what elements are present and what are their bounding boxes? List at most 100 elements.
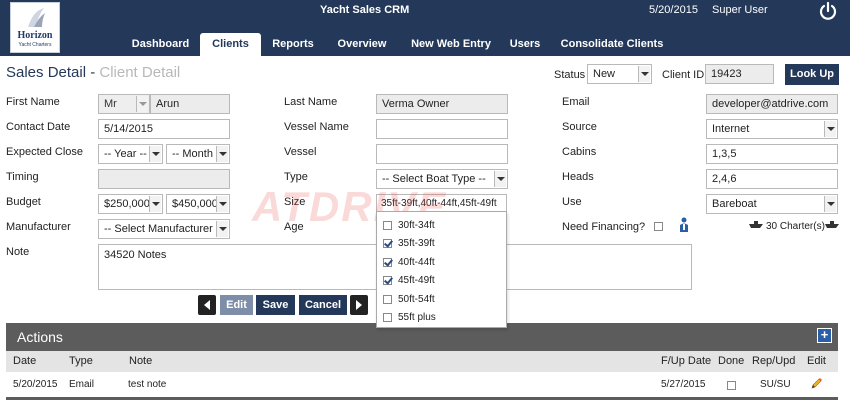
month-select[interactable]: -- Month -- (166, 144, 230, 164)
company-logo[interactable]: Horizon Yacht Charters (10, 2, 60, 53)
row-note: test note (128, 379, 167, 390)
nav-dashboard[interactable]: Dashboard (128, 33, 193, 56)
size-option-checkbox[interactable] (383, 257, 392, 267)
use-select[interactable]: Bareboat (706, 194, 838, 214)
need-financing-label: Need Financing? (562, 221, 646, 233)
size-option[interactable]: 45ft-49ft (383, 273, 435, 289)
size-option[interactable]: 35ft-39ft (383, 236, 435, 252)
chevron-down-icon (824, 196, 836, 212)
nav-clients[interactable]: Clients (200, 33, 261, 56)
nav-overview[interactable]: Overview (332, 33, 392, 56)
last-name-field[interactable]: Verma Owner (376, 94, 508, 114)
charters-link[interactable]: 30 Charter(s) (766, 221, 825, 232)
client-id-field[interactable]: 19423 (705, 64, 774, 84)
app-title: Yacht Sales CRM (320, 4, 410, 16)
power-icon[interactable] (817, 0, 839, 22)
add-action-button[interactable]: + (817, 328, 832, 343)
cabins-label: Cabins (562, 146, 597, 158)
boat-icon (749, 221, 763, 228)
chevron-down-icon (494, 171, 506, 187)
contact-date-label: Contact Date (6, 121, 71, 133)
actions-title: Actions (17, 329, 63, 345)
page-title-sub[interactable]: Client Detail (99, 64, 180, 81)
size-option-checkbox[interactable] (383, 312, 392, 322)
status-value: New (593, 68, 616, 80)
header-date: 5/20/2015 (649, 4, 698, 16)
chevron-down-icon (136, 96, 148, 112)
actions-panel: Actions + Date Type Note F/Up Date Done … (6, 323, 838, 400)
contact-date-field[interactable]: 5/14/2015 (98, 119, 230, 139)
size-option-label: 45ft-49ft (398, 275, 435, 286)
logo-subtitle: Yacht Charters (18, 42, 52, 48)
size-option-label: 30ft-34ft (398, 220, 435, 231)
status-select[interactable]: New (587, 64, 652, 84)
table-row[interactable]: 5/20/2015 Email test note 5/27/2015 SU/S… (6, 372, 838, 397)
size-option-checkbox[interactable] (383, 294, 392, 304)
age-label: Age (284, 221, 304, 233)
size-option-checkbox[interactable] (383, 238, 392, 248)
manufacturer-select[interactable]: -- Select Manufacturer -- (98, 219, 230, 239)
size-label: Size (284, 196, 306, 208)
person-info-icon[interactable] (678, 217, 690, 233)
source-select[interactable]: Internet (706, 119, 838, 139)
first-name-field[interactable]: Arun (150, 94, 230, 114)
boat-type-select[interactable]: -- Select Boat Type -- (376, 169, 508, 189)
budget-min-select[interactable]: $250,000 (98, 194, 163, 214)
column-header[interactable]: Edit (807, 355, 826, 367)
need-financing-checkbox[interactable] (654, 222, 663, 231)
status-label: Status (554, 69, 586, 81)
budget-label: Budget (6, 196, 41, 208)
chevron-down-icon (216, 221, 228, 237)
size-option-checkbox[interactable] (383, 220, 392, 230)
timing-field[interactable] (98, 169, 230, 189)
page-title-main: Sales Detail - (6, 64, 100, 81)
column-header[interactable]: Rep/Upd (752, 355, 795, 367)
use-value: Bareboat (712, 198, 757, 210)
header-user[interactable]: Super User (712, 4, 768, 16)
size-option-checkbox[interactable] (383, 275, 392, 285)
budget-max-select[interactable]: $450,000 (166, 194, 230, 214)
vessel-name-field[interactable] (376, 119, 508, 139)
column-header[interactable]: Type (69, 355, 93, 367)
size-option-label: 35ft-39ft (398, 238, 435, 249)
source-value: Internet (712, 123, 750, 135)
note-label: Note (6, 246, 30, 258)
column-header[interactable]: Date (13, 355, 36, 367)
size-option[interactable]: 40ft-44ft (383, 255, 435, 271)
email-field[interactable]: developer@atdrive.com (706, 94, 838, 114)
vessel-field[interactable] (376, 144, 508, 164)
pencil-icon[interactable] (811, 377, 823, 389)
email-label: Email (562, 96, 590, 108)
year-value: -- Year -- (104, 148, 147, 160)
row-done-checkbox[interactable] (727, 381, 736, 390)
nav-new-web-entry[interactable]: New Web Entry (405, 33, 497, 56)
previous-record-button[interactable] (198, 295, 216, 315)
manufacturer-label: Manufacturer (6, 221, 71, 233)
row-rep: SU/SU (760, 379, 791, 390)
size-option[interactable]: 30ft-34ft (383, 218, 435, 234)
salutation-select[interactable]: Mr (98, 94, 150, 114)
heads-label: Heads (562, 171, 594, 183)
save-button[interactable]: Save (256, 295, 295, 315)
year-select[interactable]: -- Year -- (98, 144, 163, 164)
size-option[interactable]: 55ft plus (383, 310, 436, 326)
column-header[interactable]: F/Up Date (661, 355, 711, 367)
column-header[interactable]: Done (718, 355, 744, 367)
budget-max-value: $450,000 (172, 198, 218, 210)
nav-consolidate-clients[interactable]: Consolidate Clients (560, 33, 664, 56)
heads-field[interactable]: 2,4,6 (706, 169, 838, 189)
cabins-field[interactable]: 1,3,5 (706, 144, 838, 164)
size-option[interactable]: 50ft-54ft (383, 292, 435, 308)
boat-icon (825, 221, 839, 228)
budget-min-value: $250,000 (104, 198, 150, 210)
salutation-value: Mr (104, 98, 117, 110)
size-option-label: 40ft-44ft (398, 257, 435, 268)
nav-reports[interactable]: Reports (268, 33, 318, 56)
nav-users[interactable]: Users (505, 33, 545, 56)
cancel-button[interactable]: Cancel (299, 295, 347, 315)
logo-name: Horizon (17, 30, 53, 41)
next-record-button[interactable] (350, 295, 368, 315)
edit-button[interactable]: Edit (220, 295, 253, 315)
lookup-button[interactable]: Look Up (785, 64, 839, 85)
column-header[interactable]: Note (129, 355, 152, 367)
